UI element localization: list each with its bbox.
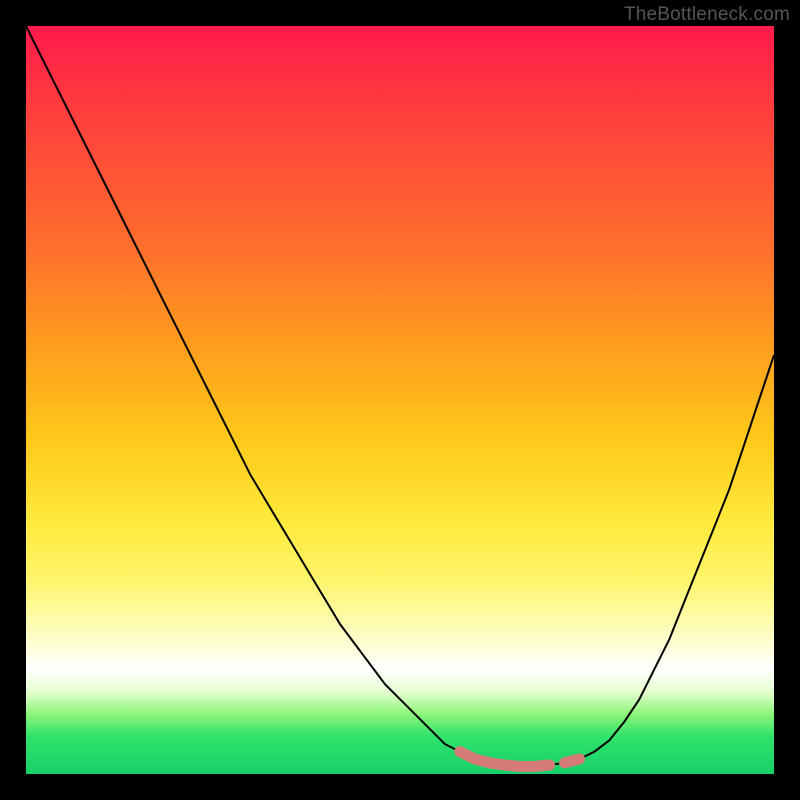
watermark-text: TheBottleneck.com: [624, 4, 790, 26]
chart-frame: TheBottleneck.com: [0, 0, 800, 800]
plot-area: [26, 26, 774, 774]
highlight-segment-2: [565, 759, 580, 763]
curve-svg: [26, 26, 774, 774]
highlight-segment-1: [460, 752, 550, 767]
bottleneck-curve-path: [26, 26, 774, 767]
